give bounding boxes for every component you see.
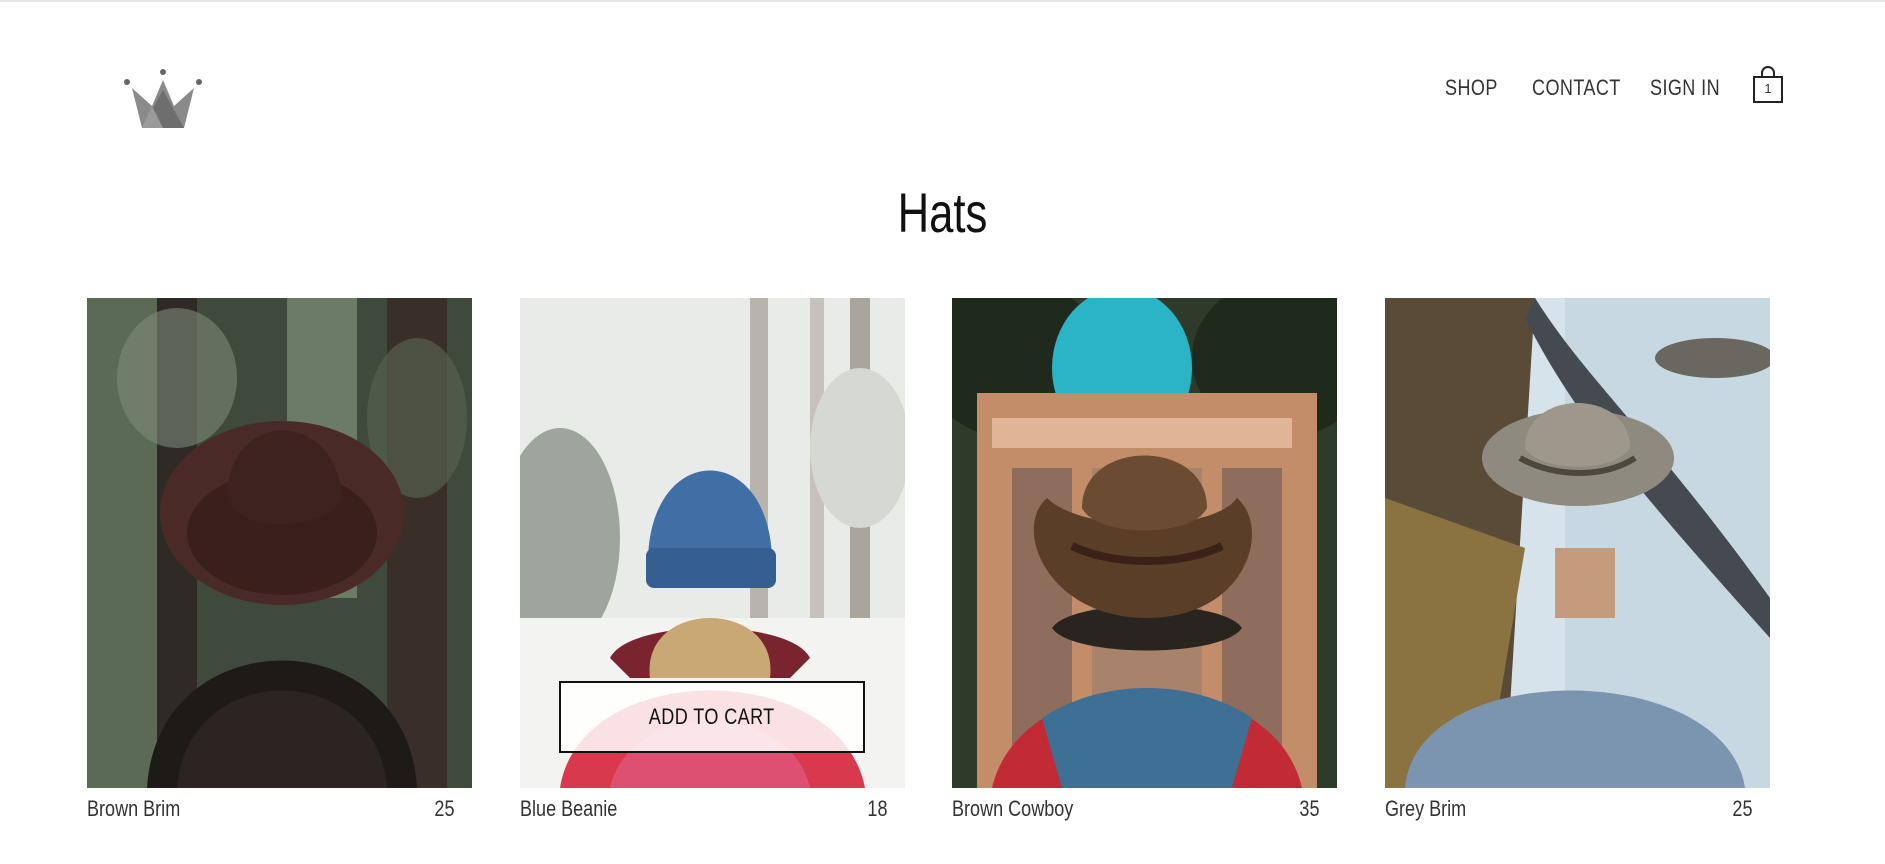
- product-image-brown-cowboy[interactable]: [952, 298, 1337, 788]
- page-title: Hats: [897, 181, 988, 244]
- crown-logo-icon[interactable]: [124, 68, 202, 130]
- shopping-bag-button[interactable]: 1: [1752, 66, 1784, 104]
- product-card[interactable]: Grey Brim 25: [1385, 298, 1770, 832]
- add-to-cart-button[interactable]: ADD TO CART: [559, 681, 865, 753]
- product-image-brown-brim[interactable]: [87, 298, 472, 788]
- nav-shop-link[interactable]: SHOP: [1445, 70, 1498, 106]
- cart-count: 1: [1764, 81, 1772, 96]
- product-price: 25: [433, 796, 454, 821]
- product-card[interactable]: ADD TO CART Blue Beanie 18: [520, 298, 905, 832]
- nav-sign-in-link[interactable]: SIGN IN: [1650, 70, 1720, 106]
- product-image-blue-beanie[interactable]: ADD TO CART: [520, 298, 905, 788]
- product-price: 35: [1298, 796, 1319, 821]
- product-image-grey-brim[interactable]: [1385, 298, 1770, 788]
- product-name: Brown Brim: [87, 796, 181, 821]
- product-price: 18: [866, 796, 887, 821]
- product-name: Brown Cowboy: [952, 796, 1074, 821]
- product-card[interactable]: Brown Brim 25: [87, 298, 472, 832]
- product-card[interactable]: Brown Cowboy 35: [952, 298, 1337, 832]
- product-name: Blue Beanie: [520, 796, 618, 821]
- product-name: Grey Brim: [1385, 796, 1467, 821]
- top-border: [0, 0, 1885, 2]
- product-price: 25: [1731, 796, 1752, 821]
- nav-contact-link[interactable]: CONTACT: [1532, 70, 1621, 106]
